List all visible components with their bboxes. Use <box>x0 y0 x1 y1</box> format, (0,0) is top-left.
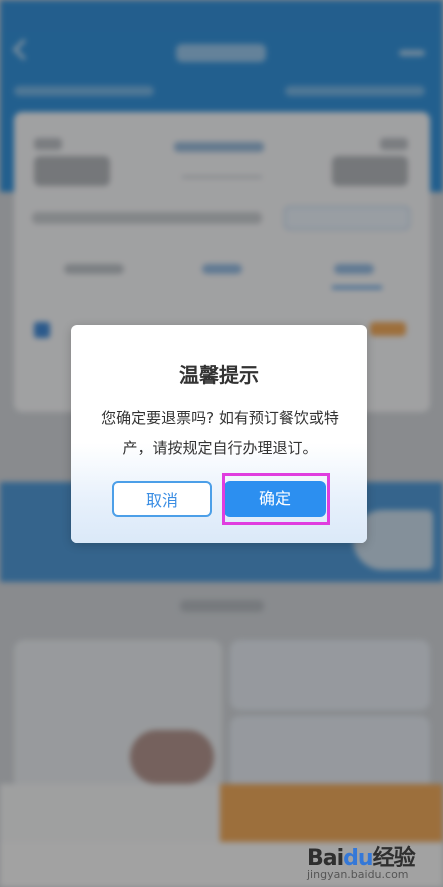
confirm-highlight-annotation <box>222 473 330 525</box>
watermark-url: jingyan.baidu.com <box>307 868 409 881</box>
cancel-button[interactable]: 取消 <box>112 481 212 517</box>
dialog-title: 温馨提示 <box>179 363 259 387</box>
baidu-jingyan-watermark: Baidu经验 jingyan.baidu.com <box>307 838 437 884</box>
dialog-message: 您确定要退票吗? 如有预订餐饮或特产，请按规定自行办理退订。 <box>101 409 339 457</box>
